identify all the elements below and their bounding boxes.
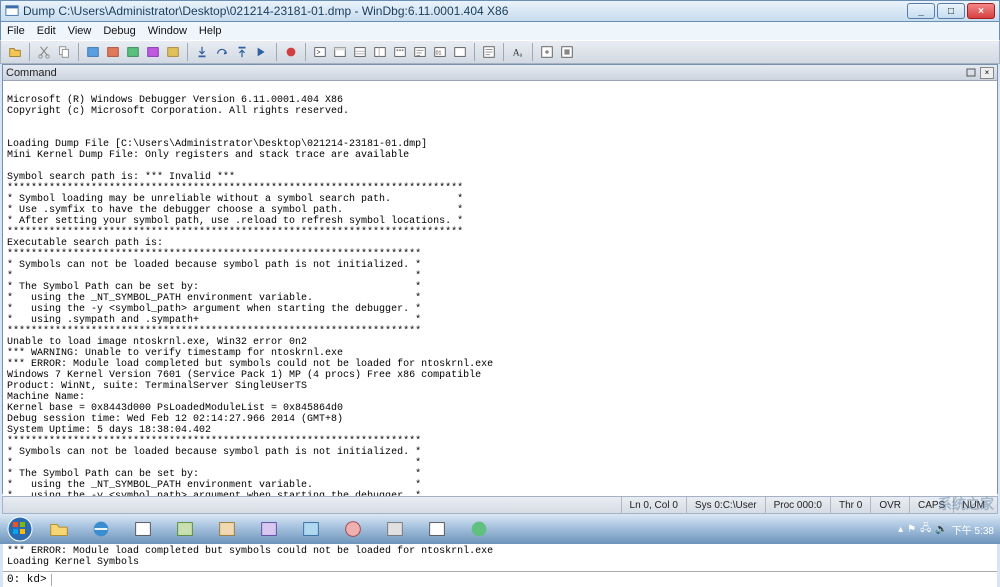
restore-icon[interactable] (964, 67, 978, 79)
step-into-icon[interactable] (192, 42, 212, 62)
run-to-cursor-icon[interactable] (252, 42, 272, 62)
taskbar-app5-icon[interactable] (291, 516, 331, 542)
stop-icon[interactable] (123, 42, 143, 62)
scratch-window-icon[interactable] (450, 42, 470, 62)
status-ovr: OVR (870, 497, 909, 513)
restart-icon[interactable] (103, 42, 123, 62)
menubar: File Edit View Debug Window Help (0, 22, 1000, 40)
cut-icon[interactable] (34, 42, 54, 62)
source-mode-icon[interactable] (479, 42, 499, 62)
system-tray[interactable]: ▴ ⚑ 🖧 🔊 下午 5:38 (894, 514, 998, 544)
options-icon[interactable] (537, 42, 557, 62)
panel-close-icon[interactable]: × (980, 67, 994, 79)
step-icon[interactable] (163, 42, 183, 62)
menu-view[interactable]: View (68, 25, 92, 37)
taskbar-app4-icon[interactable] (249, 516, 289, 542)
menu-edit[interactable]: Edit (37, 25, 56, 37)
maximize-button[interactable]: □ (937, 3, 965, 19)
copy-icon[interactable] (54, 42, 74, 62)
taskbar-app1-icon[interactable] (123, 516, 163, 542)
status-thr: Thr 0 (830, 497, 870, 513)
tray-network-icon[interactable]: 🖧 (920, 521, 931, 538)
menu-window[interactable]: Window (148, 25, 187, 37)
taskbar-app7-icon[interactable] (375, 516, 415, 542)
statusbar: Ln 0, Col 0 Sys 0:C:\User Proc 000:0 Thr… (2, 496, 998, 514)
font-icon[interactable]: Aₐ (508, 42, 528, 62)
command-prompt: 0: kd> (3, 574, 52, 586)
minimize-button[interactable]: _ (907, 3, 935, 19)
registers-window-icon[interactable] (370, 42, 390, 62)
taskbar-app3-icon[interactable] (207, 516, 247, 542)
command-panel-title: Command (6, 67, 964, 79)
window-controls: _ □ × (907, 3, 995, 19)
taskbar-app2-icon[interactable] (165, 516, 205, 542)
svg-text:Aₐ: Aₐ (513, 48, 523, 59)
watch-window-icon[interactable] (330, 42, 350, 62)
status-proc: Proc 000:0 (765, 497, 830, 513)
breakpoint-icon[interactable] (281, 42, 301, 62)
svg-text:01: 01 (436, 51, 442, 57)
status-num: NUM (953, 497, 993, 513)
taskbar: ▴ ⚑ 🖧 🔊 下午 5:38 (0, 514, 1000, 544)
break-icon[interactable] (143, 42, 163, 62)
svg-text:>: > (317, 50, 321, 57)
status-caps: CAPS (909, 497, 953, 513)
toolbar: > 01 Aₐ (0, 40, 1000, 64)
taskbar-ie-icon[interactable] (81, 516, 121, 542)
command-input[interactable] (52, 573, 997, 587)
status-ln: Ln 0, Col 0 (621, 497, 686, 513)
menu-file[interactable]: File (7, 25, 25, 37)
go-icon[interactable] (83, 42, 103, 62)
status-sys: Sys 0:C:\User (686, 497, 765, 513)
options2-icon[interactable] (557, 42, 577, 62)
start-button[interactable] (2, 515, 38, 543)
menu-help[interactable]: Help (199, 25, 222, 37)
locals-window-icon[interactable] (350, 42, 370, 62)
step-out-icon[interactable] (232, 42, 252, 62)
command-window-icon[interactable]: > (310, 42, 330, 62)
tray-clock[interactable]: 下午 5:38 (952, 522, 994, 537)
command-panel-header: Command × (3, 65, 997, 81)
tray-chevron-icon[interactable]: ▴ (898, 524, 903, 535)
tray-volume-icon[interactable]: 🔊 (935, 524, 947, 535)
taskbar-explorer-icon[interactable] (39, 516, 79, 542)
memory-window-icon[interactable] (390, 42, 410, 62)
callstack-window-icon[interactable] (410, 42, 430, 62)
taskbar-app6-icon[interactable] (333, 516, 373, 542)
taskbar-app8-icon[interactable] (417, 516, 457, 542)
command-panel: Command × Microsoft (R) Windows Debugger… (2, 64, 998, 494)
tray-flag-icon[interactable]: ⚑ (907, 524, 916, 535)
disasm-window-icon[interactable]: 01 (430, 42, 450, 62)
step-over-icon[interactable] (212, 42, 232, 62)
close-button[interactable]: × (967, 3, 995, 19)
titlebar: Dump C:\Users\Administrator\Desktop\0212… (0, 0, 1000, 22)
window-title: Dump C:\Users\Administrator\Desktop\0212… (23, 4, 907, 18)
taskbar-app9-icon[interactable] (459, 516, 499, 542)
open-icon[interactable] (5, 42, 25, 62)
command-input-row: 0: kd> (3, 571, 997, 587)
app-icon (5, 4, 19, 18)
menu-debug[interactable]: Debug (103, 25, 135, 37)
